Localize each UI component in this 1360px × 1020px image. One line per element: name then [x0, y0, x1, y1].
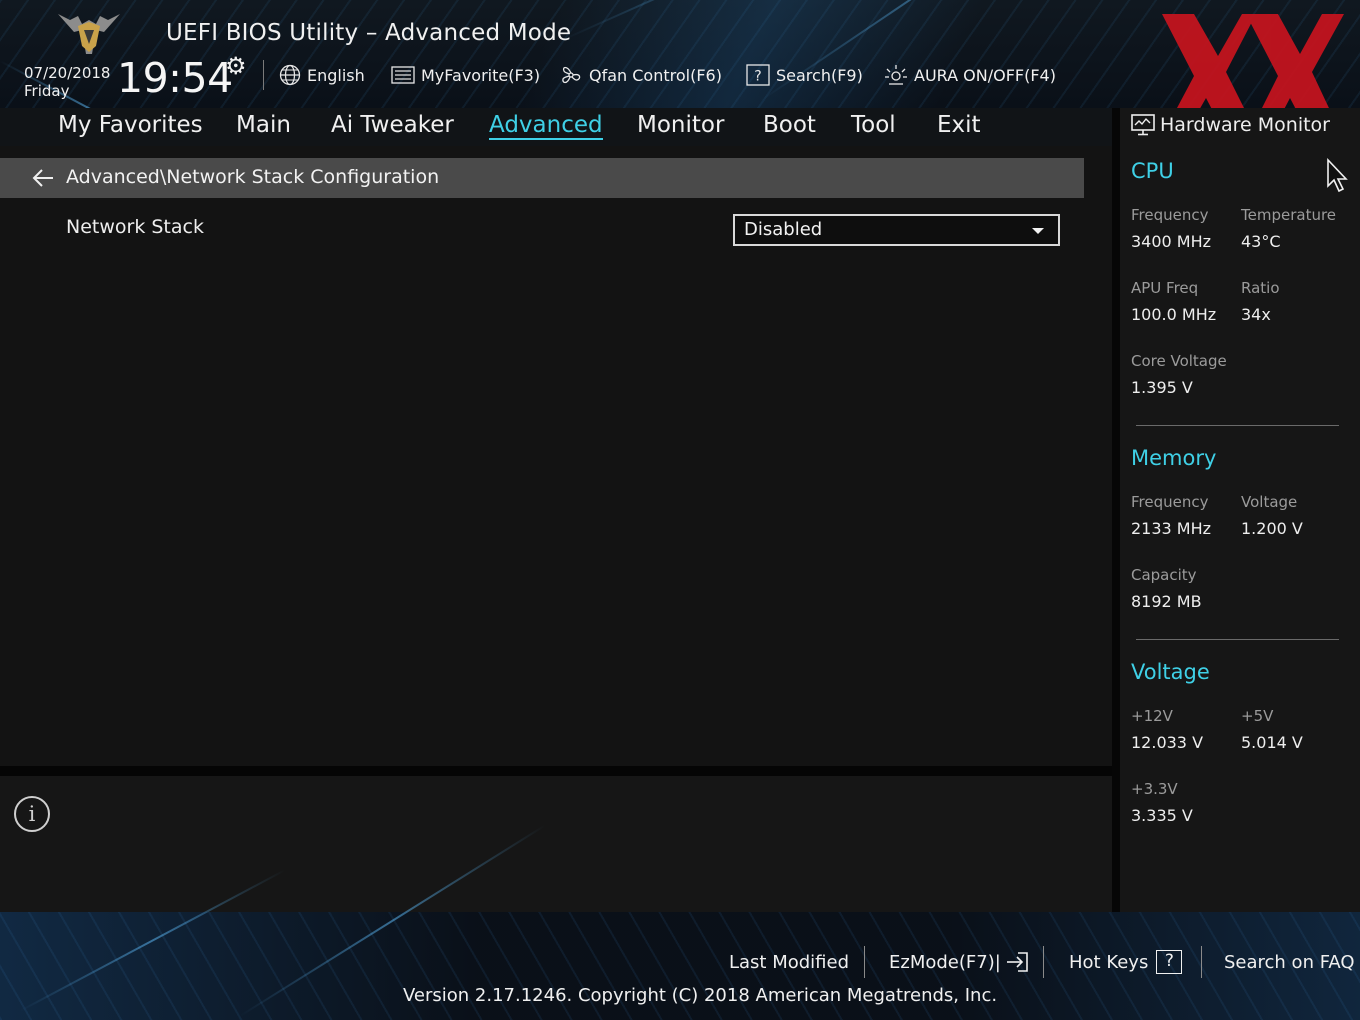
- myfavorite-button[interactable]: MyFavorite(F3): [391, 62, 540, 88]
- tuf-logo-icon: [58, 14, 120, 54]
- hot-keys-label: Hot Keys: [1069, 951, 1149, 973]
- voltage-5v-label: +5V: [1241, 707, 1274, 725]
- qfan-label: Qfan Control(F6): [589, 65, 722, 85]
- hardware-monitor-title: Hardware Monitor: [1160, 114, 1330, 136]
- memory-heading: Memory: [1131, 446, 1217, 470]
- voltage-3v3-value: 3.335 V: [1131, 806, 1193, 825]
- page-title: UEFI BIOS Utility – Advanced Mode: [166, 20, 572, 46]
- hot-keys-help-icon: ?: [1156, 950, 1183, 974]
- cpu-ratio-label: Ratio: [1241, 279, 1280, 297]
- cpu-frequency-label: Frequency: [1131, 206, 1209, 224]
- apu-freq-value: 100.0 MHz: [1131, 305, 1217, 324]
- memory-voltage-label: Voltage: [1241, 493, 1298, 511]
- last-modified-button[interactable]: Last Modified: [729, 948, 849, 976]
- date-display: 07/20/2018 Friday: [24, 64, 110, 100]
- header-divider: [263, 60, 264, 90]
- day-text: Friday: [24, 82, 70, 100]
- tab-tool[interactable]: Tool: [851, 112, 896, 138]
- cpu-heading: CPU: [1131, 159, 1174, 183]
- aura-toggle-button[interactable]: AURA ON/OFF(F4): [884, 62, 1056, 88]
- hw-monitor-gap: [1112, 108, 1120, 912]
- voltage-12v-label: +12V: [1131, 707, 1173, 725]
- ezmode-button[interactable]: EzMode(F7)|: [889, 948, 1029, 976]
- info-icon: i: [14, 796, 50, 832]
- tab-main[interactable]: Main: [236, 112, 291, 138]
- tab-my-favorites[interactable]: My Favorites: [58, 112, 203, 138]
- language-button[interactable]: English: [279, 62, 365, 88]
- voltage-5v-value: 5.014 V: [1241, 733, 1303, 752]
- svg-text:?: ?: [754, 69, 761, 85]
- tab-ai-tweaker[interactable]: Ai Tweaker: [331, 112, 454, 138]
- back-arrow-icon[interactable]: [31, 167, 55, 189]
- search-faq-label: Search on FAQ: [1224, 951, 1355, 973]
- voltage-12v-value: 12.033 V: [1131, 733, 1204, 752]
- globe-icon: [279, 64, 301, 86]
- footer-divider: [1043, 946, 1044, 978]
- footer-divider: [1201, 946, 1202, 978]
- dropdown-caret-icon: [1032, 228, 1044, 234]
- search-label: Search(F9): [776, 65, 863, 85]
- myfavorite-label: MyFavorite(F3): [421, 65, 541, 85]
- network-stack-select[interactable]: Disabled: [733, 214, 1060, 246]
- cpu-frequency-value: 3400 MHz: [1131, 232, 1212, 251]
- hw-section-divider: [1136, 425, 1339, 426]
- search-help-icon: ?: [746, 64, 770, 86]
- help-info-panel: [0, 776, 1112, 912]
- memory-voltage-value: 1.200 V: [1241, 519, 1303, 538]
- network-stack-label: Network Stack: [66, 216, 204, 238]
- last-modified-label: Last Modified: [729, 951, 850, 973]
- qfan-control-button[interactable]: Qfan Control(F6): [559, 62, 722, 88]
- aura-label: AURA ON/OFF(F4): [914, 65, 1056, 85]
- apu-freq-label: APU Freq: [1131, 279, 1199, 297]
- search-button[interactable]: ? Search(F9): [746, 62, 863, 88]
- cpu-temperature-label: Temperature: [1241, 206, 1337, 224]
- hot-keys-button[interactable]: Hot Keys ?: [1069, 948, 1183, 976]
- memory-capacity-label: Capacity: [1131, 566, 1197, 584]
- breadcrumb-path: Advanced\Network Stack Configuration: [66, 166, 440, 188]
- memory-frequency-label: Frequency: [1131, 493, 1209, 511]
- core-voltage-label: Core Voltage: [1131, 352, 1227, 370]
- footer-divider: [864, 946, 865, 978]
- version-text: Version 2.17.1246. Copyright (C) 2018 Am…: [403, 985, 998, 1006]
- tab-monitor[interactable]: Monitor: [637, 112, 724, 138]
- gear-icon[interactable]: ⚙: [225, 54, 247, 78]
- panel-divider: [0, 766, 1112, 776]
- language-label: English: [307, 65, 365, 85]
- cpu-temperature-value: 43°C: [1241, 232, 1281, 251]
- clock-time: 19:54: [117, 54, 233, 102]
- ezmode-label: EzMode(F7)|: [889, 951, 1001, 973]
- voltage-3v3-label: +3.3V: [1131, 780, 1178, 798]
- core-voltage-value: 1.395 V: [1131, 378, 1193, 397]
- exit-arrow-icon: [1006, 952, 1028, 972]
- cpu-ratio-value: 34x: [1241, 305, 1271, 324]
- memory-frequency-value: 2133 MHz: [1131, 519, 1212, 538]
- monitor-icon: [1131, 114, 1155, 136]
- tab-exit[interactable]: Exit: [937, 112, 981, 138]
- voltage-heading: Voltage: [1131, 660, 1210, 684]
- favorite-list-icon: [391, 66, 415, 84]
- memory-capacity-value: 8192 MB: [1131, 592, 1202, 611]
- tab-advanced[interactable]: Advanced: [489, 112, 603, 140]
- aura-icon: [885, 65, 907, 85]
- tab-boot[interactable]: Boot: [763, 112, 816, 138]
- network-stack-value: Disabled: [744, 219, 823, 240]
- fan-icon: [562, 66, 581, 84]
- date-text: 07/20/2018: [24, 64, 111, 82]
- search-faq-button[interactable]: Search on FAQ: [1224, 948, 1355, 976]
- hw-section-divider: [1136, 639, 1339, 640]
- mouse-cursor-icon: [1327, 158, 1348, 193]
